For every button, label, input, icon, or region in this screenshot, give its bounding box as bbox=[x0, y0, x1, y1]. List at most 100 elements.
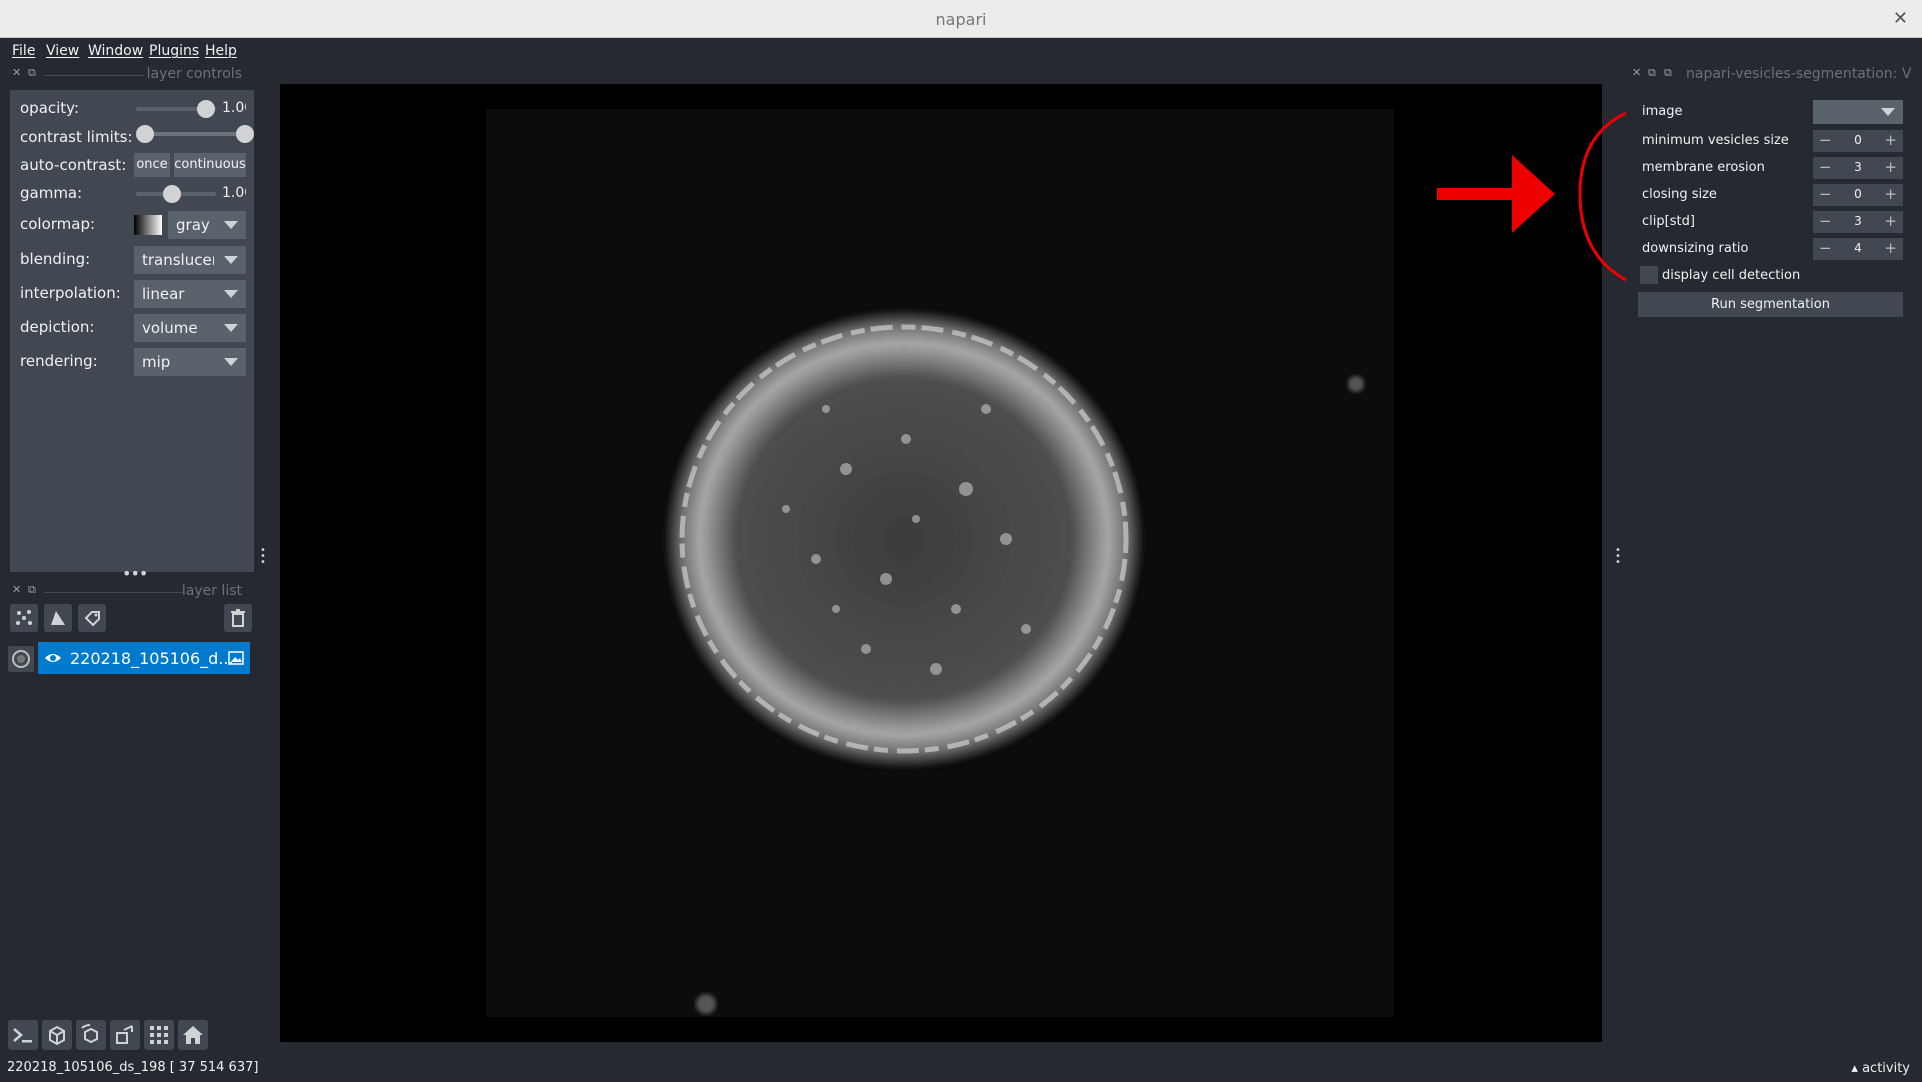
plus-icon[interactable]: + bbox=[1884, 131, 1897, 149]
activity-button[interactable]: ▴ activity bbox=[1851, 1061, 1910, 1076]
menu-window[interactable]: Window bbox=[88, 43, 143, 59]
layer-thumbnail[interactable] bbox=[8, 646, 34, 672]
opacity-slider-handle[interactable] bbox=[197, 100, 215, 118]
once-button[interactable]: once bbox=[134, 153, 170, 177]
console-icon bbox=[13, 1028, 32, 1043]
menu-view[interactable]: View bbox=[46, 43, 79, 59]
splitter-handle[interactable]: ••• bbox=[122, 566, 148, 582]
auto-contrast-label: auto-contrast: bbox=[20, 156, 127, 174]
plus-icon[interactable]: + bbox=[1884, 158, 1897, 176]
closing-size-label: closing size bbox=[1642, 187, 1717, 202]
dock-close-icon[interactable]: ✕ bbox=[12, 583, 21, 596]
console-button[interactable] bbox=[8, 1020, 38, 1050]
layer-list-item[interactable]: 220218_105106_d... bbox=[38, 642, 250, 674]
display-cell-detection-label: display cell detection bbox=[1662, 268, 1801, 283]
menu-file[interactable]: File bbox=[12, 43, 35, 59]
chevron-down-icon bbox=[224, 358, 238, 366]
label-tag-icon bbox=[84, 611, 100, 627]
activity-label: activity bbox=[1862, 1061, 1910, 1076]
contrast-max-handle[interactable] bbox=[236, 125, 254, 143]
grid-view-button[interactable] bbox=[144, 1020, 174, 1050]
interpolation-dropdown[interactable]: linear bbox=[134, 280, 246, 308]
new-labels-layer-button[interactable] bbox=[78, 604, 106, 632]
plugin-dock-header: ✕ ⧉ ⧉ napari-vesicles-segmentation: V bbox=[1630, 66, 1914, 84]
closing-size-spinbox[interactable]: − 0 + bbox=[1813, 184, 1903, 206]
minimum-vesicles-size-label: minimum vesicles size bbox=[1642, 133, 1789, 148]
blending-value: translucent bbox=[142, 251, 214, 269]
clip-std-spinbox[interactable]: − 3 + bbox=[1813, 211, 1903, 233]
downsizing-ratio-spinbox[interactable]: − 4 + bbox=[1813, 238, 1903, 260]
grid-icon bbox=[150, 1026, 168, 1044]
opacity-value: 1.00 bbox=[222, 100, 246, 116]
eye-icon[interactable] bbox=[44, 651, 62, 665]
left-dock-handle[interactable]: • • • bbox=[260, 546, 266, 568]
interpolation-value: linear bbox=[142, 285, 185, 303]
membrane-erosion-spinbox[interactable]: − 3 + bbox=[1813, 157, 1903, 179]
chevron-up-icon: ▴ bbox=[1851, 1061, 1863, 1076]
menu-bar: File View Window Plugins Help bbox=[0, 38, 1922, 64]
delete-layer-button[interactable] bbox=[224, 604, 252, 632]
layer-list-title: layer list bbox=[181, 583, 242, 599]
colormap-dropdown[interactable]: gray bbox=[168, 211, 246, 239]
new-shapes-layer-button[interactable] bbox=[44, 604, 72, 632]
cube-3d-icon bbox=[49, 1025, 65, 1046]
right-dock-handle[interactable]: • • • bbox=[1615, 546, 1621, 568]
continuous-button[interactable]: continuous bbox=[174, 153, 246, 177]
membrane-erosion-label: membrane erosion bbox=[1642, 160, 1765, 175]
plus-icon[interactable]: + bbox=[1884, 185, 1897, 203]
window-titlebar: napari ✕ bbox=[0, 0, 1922, 38]
image-dropdown[interactable] bbox=[1813, 100, 1903, 124]
contrast-min-handle[interactable] bbox=[136, 125, 154, 143]
menu-help[interactable]: Help bbox=[205, 43, 237, 59]
new-points-layer-button[interactable] bbox=[10, 604, 38, 632]
transpose-button[interactable] bbox=[110, 1020, 140, 1050]
viewer-canvas[interactable] bbox=[280, 84, 1602, 1042]
run-segmentation-button[interactable]: Run segmentation bbox=[1638, 292, 1903, 317]
dock-float-icon[interactable]: ⧉ bbox=[1664, 66, 1672, 80]
menu-plugins[interactable]: Plugins bbox=[149, 43, 199, 59]
dock-pin-icon[interactable]: ⧉ bbox=[1648, 66, 1656, 80]
plus-icon[interactable]: + bbox=[1884, 212, 1897, 230]
plugin-title: napari-vesicles-segmentation: V bbox=[1686, 66, 1912, 82]
depiction-dropdown[interactable]: volume bbox=[134, 314, 246, 342]
cell-image bbox=[664, 309, 1364, 1014]
image-layer-render bbox=[486, 109, 1394, 1017]
chevron-down-icon bbox=[224, 221, 238, 229]
minimum-vesicles-size-spinbox[interactable]: − 0 + bbox=[1813, 130, 1903, 152]
dock-header-divider bbox=[44, 75, 144, 76]
contrast-limits-slider[interactable] bbox=[146, 132, 242, 136]
colormap-label: colormap: bbox=[20, 215, 96, 233]
colormap-preview bbox=[134, 215, 162, 235]
chevron-down-icon bbox=[224, 256, 238, 264]
dock-close-icon[interactable]: ✕ bbox=[1632, 66, 1641, 79]
depiction-value: volume bbox=[142, 319, 198, 337]
roll-icon bbox=[81, 1023, 98, 1044]
layer-controls-header: ✕ ⧉ layer controls bbox=[10, 66, 250, 84]
close-icon[interactable]: ✕ bbox=[1893, 8, 1908, 29]
roll-dimensions-button[interactable] bbox=[76, 1020, 106, 1050]
rendering-dropdown[interactable]: mip bbox=[134, 348, 246, 376]
downsizing-ratio-label: downsizing ratio bbox=[1642, 241, 1749, 256]
chevron-down-icon bbox=[224, 290, 238, 298]
rendering-value: mip bbox=[142, 353, 171, 371]
image-layer-icon bbox=[228, 651, 244, 665]
rendering-label: rendering: bbox=[20, 352, 98, 370]
blending-label: blending: bbox=[20, 250, 91, 268]
depiction-label: depiction: bbox=[20, 318, 95, 336]
layer-name: 220218_105106_d... bbox=[70, 649, 234, 668]
chevron-down-icon bbox=[1881, 108, 1895, 116]
dock-float-icon[interactable]: ⧉ bbox=[28, 583, 36, 597]
plus-icon[interactable]: + bbox=[1884, 239, 1897, 257]
dock-header-divider bbox=[44, 592, 184, 593]
dock-float-icon[interactable]: ⧉ bbox=[28, 66, 36, 80]
layer-list-header: ✕ ⧉ layer list bbox=[10, 583, 250, 601]
gamma-value: 1.00 bbox=[222, 185, 246, 201]
ndisplay-toggle-button[interactable] bbox=[42, 1020, 72, 1050]
dock-close-icon[interactable]: ✕ bbox=[12, 66, 21, 79]
contrast-limits-label: contrast limits: bbox=[20, 128, 133, 146]
shapes-icon bbox=[51, 611, 65, 625]
layer-controls-title: layer controls bbox=[146, 66, 242, 82]
gamma-slider-handle[interactable] bbox=[163, 185, 181, 203]
home-button[interactable] bbox=[178, 1020, 208, 1050]
blending-dropdown[interactable]: translucent bbox=[134, 246, 246, 274]
